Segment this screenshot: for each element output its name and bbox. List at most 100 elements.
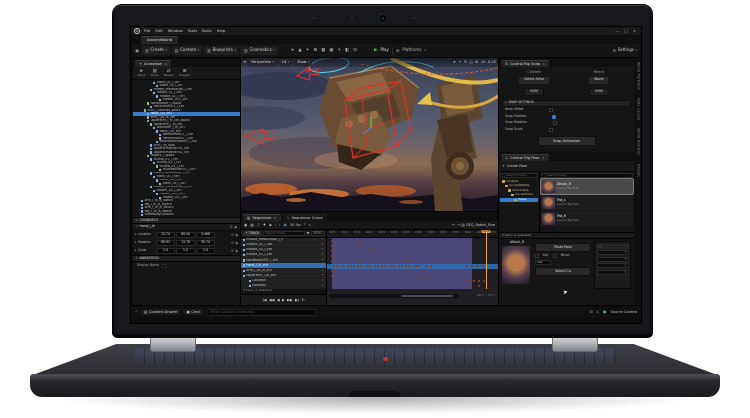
keyframe[interactable] xyxy=(380,265,383,268)
keyframe[interactable] xyxy=(478,280,481,283)
viewport-mode-button[interactable]: Lit ▾ xyxy=(279,59,293,66)
curve-editor-icon[interactable]: ∿ xyxy=(308,223,311,227)
animation-tool-button[interactable]: ⇄ Tweens xyxy=(164,68,174,78)
current-time-field[interactable]: 0030 xyxy=(310,230,324,237)
grid-snap-icon[interactable]: ⊞ xyxy=(475,60,478,64)
keyframe[interactable] xyxy=(360,265,363,268)
timeline[interactable]: 0005 0010 0015 0020 0025 0030 0035 0040 0045 0050… xyxy=(326,229,498,305)
keyframe[interactable] xyxy=(406,270,409,273)
transform-tool-icon[interactable]: ➤ xyxy=(453,60,456,64)
keyframe-icon[interactable]: ◆ xyxy=(269,223,272,227)
render-icon[interactable]: ✚ xyxy=(263,223,266,227)
keyframe[interactable] xyxy=(331,270,334,273)
window-control-button[interactable]: — xyxy=(615,28,619,34)
editor-mode-icon[interactable]: ⊞ xyxy=(313,48,317,53)
channel-control-row[interactable]: ▾ hand_l_ik ⟳ ◆ xyxy=(133,223,240,231)
blend-value-field[interactable]: 0.0 xyxy=(535,260,551,266)
unreal-logo-icon[interactable]: U xyxy=(134,28,140,34)
add-track-button[interactable]: + TRACK xyxy=(243,231,262,236)
collapse-icon[interactable]: ^ xyxy=(135,310,138,314)
keyframe[interactable] xyxy=(331,275,334,278)
keyframe[interactable] xyxy=(394,265,397,268)
save-icon[interactable]: ▣ xyxy=(135,48,139,53)
camera-icon[interactable]: ▦ xyxy=(250,223,253,227)
cmd-button[interactable]: ▣ Cmd xyxy=(183,308,203,316)
keyframe-icon[interactable]: ◆ xyxy=(235,241,238,245)
close-icon[interactable]: × xyxy=(274,216,277,220)
display-name-field[interactable] xyxy=(162,263,168,268)
channels-header[interactable]: ▾ CHANNELS xyxy=(133,216,240,224)
viewport-mode-button[interactable]: Show ▾ xyxy=(294,59,313,66)
fps-selector[interactable]: 30 fps xyxy=(290,223,301,227)
keyframe[interactable] xyxy=(401,265,404,268)
chevron-right-icon[interactable]: ▸ xyxy=(135,232,137,237)
keyframe[interactable] xyxy=(406,244,409,247)
chevron-right-icon[interactable]: ▸ xyxy=(135,240,137,245)
editor-mode-icon[interactable]: ▣ xyxy=(329,48,333,53)
pose-asset-card[interactable]: Attack_R Control Rig Pose xyxy=(540,178,634,196)
keyframe-icon[interactable]: ◆ xyxy=(235,249,238,253)
toolbar-button[interactable]: ▥ Content ▾ xyxy=(171,46,203,55)
keyframe[interactable] xyxy=(331,244,334,247)
start-frame-button[interactable]: 0000 xyxy=(524,87,545,96)
transform-tool-icon[interactable]: ↻ xyxy=(464,60,467,64)
tab-sequencer[interactable]: ▦ Sequencer × xyxy=(243,213,281,221)
level-tab[interactable]: AncientWorld xyxy=(141,36,179,44)
transport-button[interactable]: ▶| xyxy=(295,298,299,302)
camera-speed-value[interactable]: 0.25 xyxy=(488,60,496,64)
chevron-right-icon[interactable]: ▸ xyxy=(135,248,137,253)
next-key-icon[interactable]: › xyxy=(279,223,280,227)
transport-button[interactable]: ↻ xyxy=(301,298,304,302)
channel-value-y[interactable]: 1.0 xyxy=(176,248,195,254)
close-icon[interactable]: × xyxy=(164,62,167,66)
keyframe[interactable] xyxy=(360,259,363,262)
play-label[interactable]: Play xyxy=(381,47,389,53)
keyframe[interactable] xyxy=(406,259,409,262)
grid-snap-value[interactable]: 10 xyxy=(481,60,486,64)
keyframe[interactable] xyxy=(467,280,470,283)
menu-item[interactable]: Window xyxy=(168,28,183,34)
dock-tab[interactable]: Details xyxy=(636,164,640,177)
keyframe[interactable] xyxy=(339,265,342,268)
tab-control-rig-snap[interactable]: ⊞ Control Rig Snap × xyxy=(501,59,550,67)
transform-tool-icon[interactable]: ◰ xyxy=(469,60,472,64)
mirror-option-select[interactable]: ▾ xyxy=(596,263,629,269)
keyframe[interactable] xyxy=(408,265,411,268)
save-icon[interactable]: ▣ xyxy=(244,223,247,227)
source-control-label[interactable]: Source Control xyxy=(611,310,637,314)
back-icon[interactable]: ← xyxy=(452,223,455,227)
platforms-label[interactable]: Platforms xyxy=(402,47,421,53)
channel-value-z[interactable]: 1.0 xyxy=(196,248,215,254)
key-icon[interactable]: ⟳ xyxy=(231,241,234,245)
transport-button[interactable]: ◀ xyxy=(277,298,280,302)
pose-asset-card[interactable]: Fist_L Control Rig Pose xyxy=(541,195,633,211)
channel-value-y[interactable]: 13.76 xyxy=(176,240,195,246)
mirror-checkbox[interactable] xyxy=(552,254,557,259)
toolbar-button[interactable]: ▥ Create ▾ xyxy=(141,46,170,55)
editor-mode-icon[interactable]: ⊡ xyxy=(353,48,357,53)
play-icon[interactable]: ▶ xyxy=(374,48,378,54)
filter-icon[interactable]: ▼ xyxy=(307,231,309,236)
search-icon[interactable]: ○ xyxy=(257,223,260,227)
keyframe[interactable] xyxy=(471,265,474,268)
snap-option-checkbox[interactable] xyxy=(549,108,554,113)
level-viewport[interactable]: ≡ Perspective ▾ Lit ▾ Show ▾ ➤ + ↻ ◰ ⊞ 1… xyxy=(241,58,498,211)
keyframe[interactable] xyxy=(430,265,433,268)
dock-tab[interactable]: World Partition xyxy=(636,62,640,90)
channel-value-x[interactable]: 1.0 xyxy=(156,248,175,254)
keyframe[interactable] xyxy=(363,265,366,268)
transport-button[interactable]: ▶▶ xyxy=(287,298,293,302)
viewport-mode-button[interactable]: Perspective ▾ xyxy=(248,59,278,66)
editor-mode-icon[interactable]: ▲ xyxy=(298,48,301,53)
snap-settings-header[interactable]: ▾ SNAP SETTINGS xyxy=(502,99,631,107)
key-checkbox[interactable] xyxy=(535,254,539,259)
keyframe[interactable] xyxy=(336,265,339,268)
key-icon[interactable]: ⟳ xyxy=(231,249,234,253)
keyframe[interactable] xyxy=(377,265,380,268)
world-button[interactable]: World xyxy=(588,75,610,85)
keyframe[interactable] xyxy=(387,265,390,268)
playhead[interactable] xyxy=(486,230,488,289)
select-controls-button[interactable]: Select Co xyxy=(535,267,591,277)
keyframe[interactable] xyxy=(368,249,371,252)
end-frame-button[interactable]: 0096 xyxy=(588,87,609,96)
